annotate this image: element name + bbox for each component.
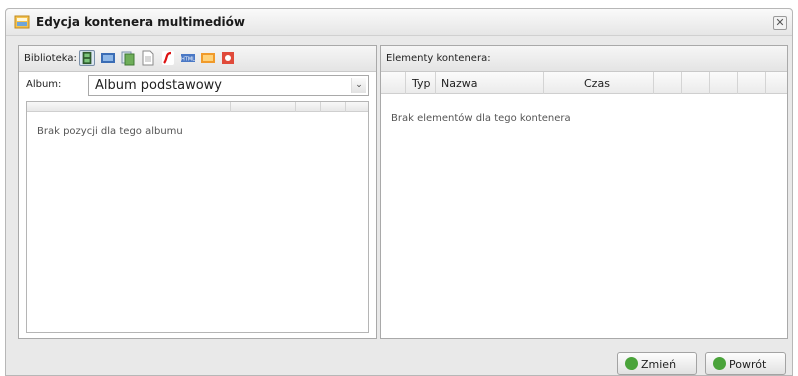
dialog-titlebar: Edycja kontenera multimediów ✕ [6,9,792,36]
check-icon [625,357,638,370]
image-icon[interactable] [100,50,116,66]
html-icon[interactable]: HTML [180,50,196,66]
svg-text:HTML: HTML [181,57,195,63]
rss-icon[interactable] [200,50,216,66]
stop-icon[interactable] [220,50,236,66]
document-icon[interactable] [140,50,156,66]
column-extra [737,72,765,94]
column-type[interactable]: Typ [405,72,435,94]
column-extra [681,72,709,94]
film-icon[interactable] [79,50,95,66]
album-empty-message: Brak pozycji dla tego albumu [37,126,183,137]
album-selected-value: Album podstawowy [95,78,222,93]
container-edit-icon [14,15,30,29]
chevron-down-icon[interactable]: ⌄ [351,78,366,93]
library-panel: Biblioteka: HTML Album: Album podstawowy… [18,45,377,339]
container-panel: Elementy kontenera: Typ Nazwa Czas Brak … [380,45,788,339]
container-empty-message: Brak elementów dla tego kontenera [391,113,571,124]
back-arrow-icon [713,357,726,370]
container-columns: Typ Nazwa Czas [381,72,787,94]
album-label: Album: [26,79,62,90]
column-extra [709,72,737,94]
close-icon[interactable]: ✕ [773,16,787,30]
dialog-window: Edycja kontenera multimediów ✕ Bibliotek… [5,8,793,376]
library-toolbar: Biblioteka: HTML [19,46,376,72]
dialog-title: Edycja kontenera multimediów [36,15,245,29]
container-header: Elementy kontenera: [381,46,787,72]
column-time[interactable]: Czas [543,72,653,94]
album-select[interactable]: Album podstawowy ⌄ [88,75,369,96]
column-extra [765,72,789,94]
container-title: Elementy kontenera: [386,53,491,64]
album-list-header [27,102,368,112]
album-items-list[interactable]: Brak pozycji dla tego albumu [26,101,369,333]
back-button[interactable]: Powrót [705,352,786,375]
copy-icon[interactable] [120,50,136,66]
album-row: Album: Album podstawowy ⌄ [19,72,376,98]
column-extra [653,72,681,94]
flash-icon[interactable] [160,50,176,66]
library-label: Biblioteka: [24,53,77,64]
change-button[interactable]: Zmień [617,352,697,375]
column-name[interactable]: Nazwa [435,72,543,94]
